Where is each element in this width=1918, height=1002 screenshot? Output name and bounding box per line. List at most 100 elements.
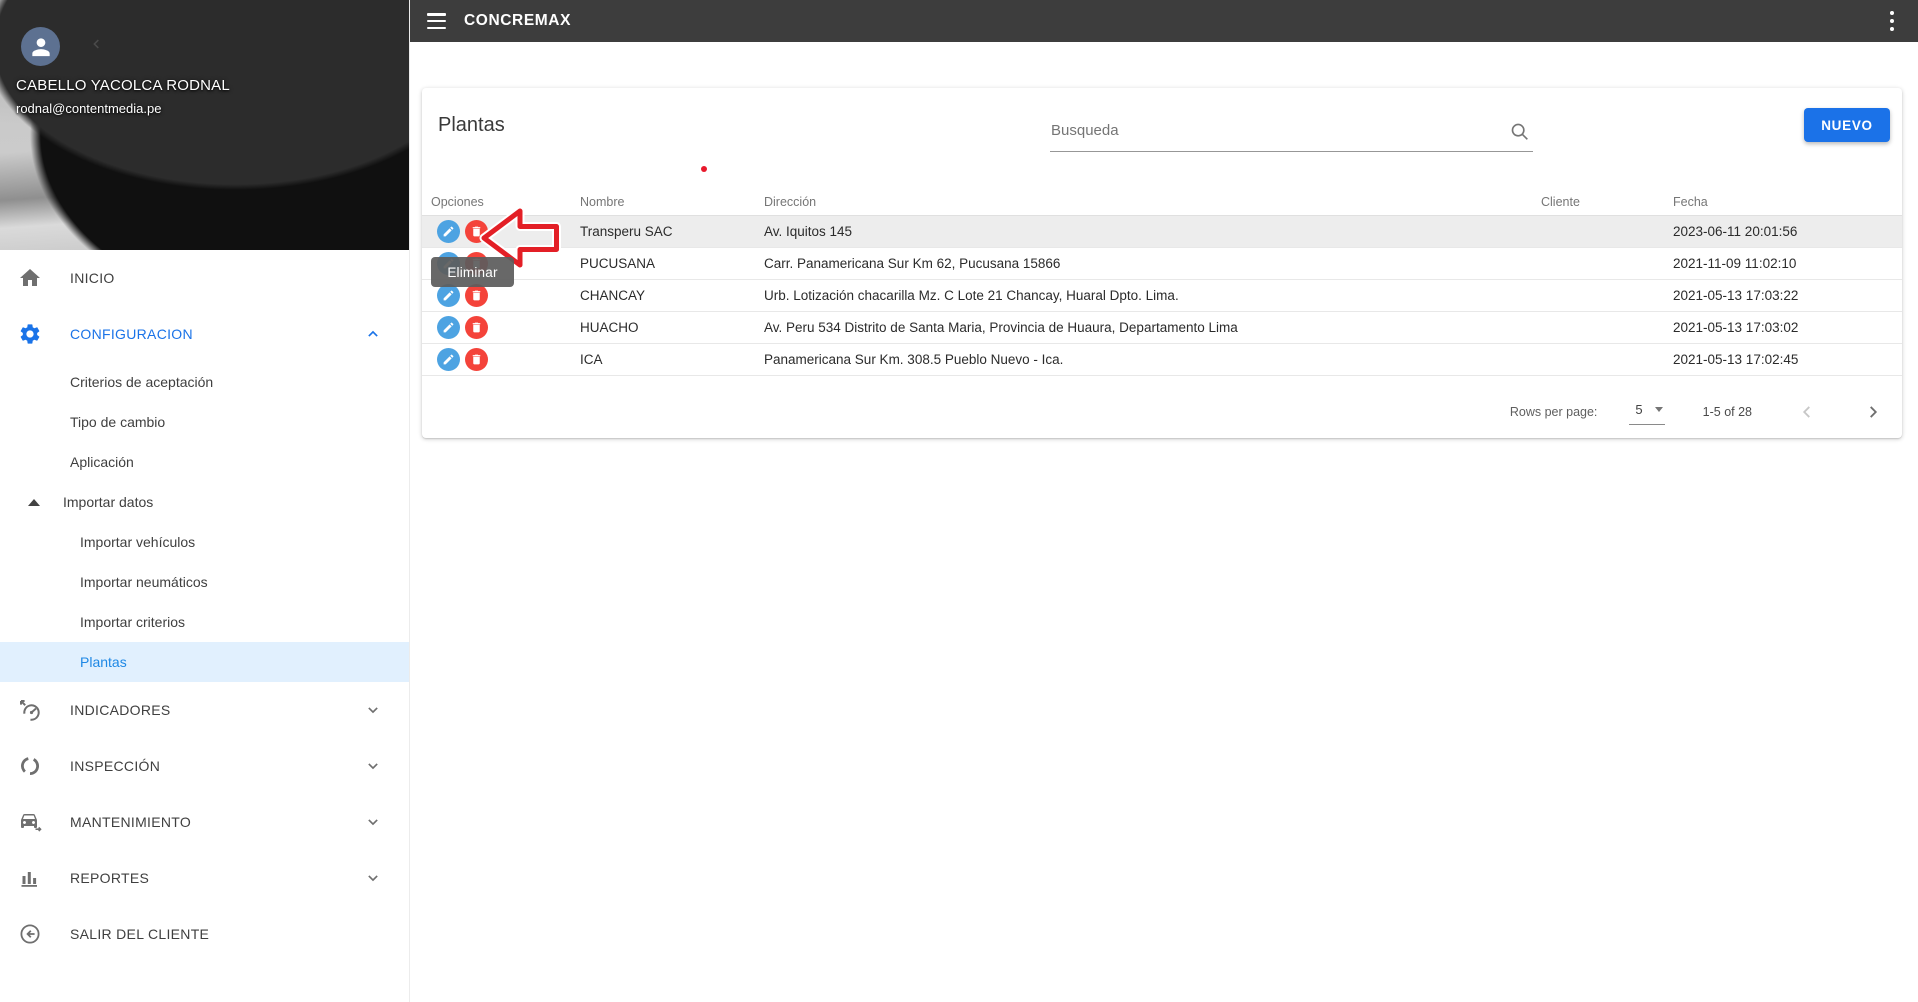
sidebar-item-label: MANTENIMIENTO (70, 814, 192, 830)
column-header-opciones: Opciones (431, 194, 484, 209)
delete-button[interactable] (465, 284, 488, 307)
main-content: Plantas NUEVO Opciones Nombre Dirección … (410, 42, 1918, 1002)
sidebar-item-label: INSPECCIÓN (70, 758, 161, 774)
cell-fecha: 2021-11-09 11:02:10 (1673, 256, 1797, 271)
pagination: Rows per page: 5 1-5 of 28 (422, 376, 1902, 438)
sidebar-item-salir-del-cliente[interactable]: SALIR DEL CLIENTE (0, 906, 409, 962)
sidebar-item-label: Tipo de cambio (70, 414, 166, 430)
sidebar-item-reportes[interactable]: REPORTES (0, 850, 409, 906)
sidebar-item-label: Aplicación (70, 454, 134, 470)
table-row: HUACHO Av. Peru 534 Distrito de Santa Ma… (422, 312, 1902, 344)
exit-icon (18, 922, 42, 946)
dropdown-arrow-icon (1654, 406, 1663, 412)
edit-button[interactable] (437, 348, 460, 371)
cell-nombre: Transperu SAC (580, 224, 673, 239)
cell-fecha: 2021-05-13 17:02:45 (1673, 352, 1799, 367)
hamburger-menu-icon[interactable] (427, 13, 447, 29)
gear-icon (18, 322, 42, 346)
sidebar-item-label: Importar datos (63, 494, 154, 510)
table-row: PUCUSANA Carr. Panamericana Sur Km 62, P… (422, 248, 1902, 280)
sidebar-item-tipo-cambio[interactable]: Tipo de cambio (0, 402, 409, 442)
cell-direccion: Carr. Panamericana Sur Km 62, Pucusana 1… (764, 256, 1061, 271)
chevron-down-icon (363, 812, 383, 832)
trash-icon (472, 290, 481, 301)
sidebar-item-importar-neumaticos[interactable]: Importar neumáticos (0, 562, 409, 602)
chevron-left-icon[interactable] (90, 37, 104, 56)
sidebar: CABELLO YACOLCA RODNAL rodnal@contentmed… (0, 0, 410, 1002)
cell-direccion: Av. Peru 534 Distrito de Santa Maria, Pr… (764, 320, 1238, 335)
column-header-cliente: Cliente (1541, 194, 1580, 209)
inspection-icon (18, 754, 42, 778)
search-input[interactable] (1050, 112, 1533, 151)
next-page-button[interactable] (1862, 401, 1884, 423)
sidebar-item-label: REPORTES (70, 870, 150, 886)
cell-fecha: 2023-06-11 20:01:56 (1673, 224, 1798, 239)
rows-per-page-select[interactable]: 5 (1629, 400, 1665, 425)
plantas-card: Plantas NUEVO Opciones Nombre Dirección … (422, 88, 1902, 438)
table-row: ICA Panamericana Sur Km. 308.5 Pueblo Nu… (422, 344, 1902, 376)
sidebar-item-label: INDICADORES (70, 702, 171, 718)
sidebar-item-mantenimiento[interactable]: MANTENIMIENTO (0, 794, 409, 850)
kebab-menu-icon[interactable] (1886, 9, 1899, 34)
home-icon (18, 266, 42, 290)
page-title: Plantas (438, 114, 505, 136)
avatar[interactable] (21, 27, 60, 66)
sidebar-item-plantas[interactable]: Plantas (0, 642, 409, 682)
sidebar-item-importar-datos[interactable]: Importar datos (0, 482, 409, 522)
sidebar-item-aplicacion[interactable]: Aplicación (0, 442, 409, 482)
sidebar-item-criterios-aceptacion[interactable]: Criterios de aceptación (0, 362, 409, 402)
chevron-down-icon (363, 868, 383, 888)
chevron-down-icon (363, 756, 383, 776)
bar-chart-icon (18, 866, 42, 890)
sidebar-item-importar-vehiculos[interactable]: Importar vehículos (0, 522, 409, 562)
delete-button[interactable] (465, 252, 488, 275)
search-field (1050, 112, 1533, 152)
person-icon (31, 37, 50, 56)
sidebar-item-importar-criterios[interactable]: Importar criterios (0, 602, 409, 642)
sidebar-item-label: Importar neumáticos (80, 574, 208, 590)
cell-direccion: Panamericana Sur Km. 308.5 Pueblo Nuevo … (764, 352, 1064, 367)
sidebar-menu: INICIO CONFIGURACION Criterios de acepta… (0, 250, 409, 962)
column-header-fecha: Fecha (1673, 194, 1708, 209)
column-header-direccion: Dirección (764, 194, 817, 209)
car-icon (18, 810, 42, 834)
sidebar-item-label: CONFIGURACION (70, 326, 193, 342)
sidebar-item-configuracion[interactable]: CONFIGURACION (0, 306, 409, 362)
edit-button[interactable] (437, 284, 460, 307)
sidebar-item-indicadores[interactable]: INDICADORES (0, 682, 409, 738)
table-row: Transperu SAC Av. Iquitos 145 2023-06-11… (422, 216, 1902, 248)
sidebar-item-label: Importar criterios (80, 614, 186, 630)
app-title: CONCREMAX (464, 12, 572, 29)
cell-nombre: ICA (580, 352, 603, 367)
edit-button[interactable] (437, 252, 460, 275)
delete-button[interactable] (465, 220, 488, 243)
sidebar-item-label: SALIR DEL CLIENTE (70, 926, 210, 942)
cell-direccion: Urb. Lotización chacarilla Mz. C Lote 21… (764, 288, 1179, 303)
column-header-nombre: Nombre (580, 194, 625, 209)
trash-icon (472, 226, 481, 237)
search-icon[interactable] (1509, 121, 1531, 148)
gauge-icon (18, 698, 42, 722)
nuevo-button[interactable]: NUEVO (1804, 108, 1890, 142)
sidebar-item-label: INICIO (70, 270, 115, 286)
pencil-icon (443, 322, 454, 333)
sidebar-item-label: Importar vehículos (80, 534, 196, 550)
profile-email: rodnal@contentmedia.pe (16, 101, 162, 116)
delete-button[interactable] (465, 348, 488, 371)
rows-per-page-label: Rows per page: (1509, 405, 1598, 419)
sidebar-item-label: Plantas (80, 654, 127, 670)
edit-button[interactable] (437, 316, 460, 339)
profile-header: CABELLO YACOLCA RODNAL rodnal@contentmed… (0, 0, 409, 250)
pagination-range: 1-5 of 28 (1702, 405, 1752, 419)
trash-icon (472, 354, 481, 365)
trash-icon (472, 258, 481, 269)
cell-nombre: PUCUSANA (580, 256, 656, 271)
triangle-up-icon (28, 498, 40, 506)
cell-fecha: 2021-05-13 17:03:02 (1673, 320, 1799, 335)
sidebar-item-inicio[interactable]: INICIO (0, 250, 409, 306)
sidebar-item-inspeccion[interactable]: INSPECCIÓN (0, 738, 409, 794)
previous-page-button[interactable] (1796, 401, 1818, 423)
pencil-icon (443, 226, 454, 237)
edit-button[interactable] (437, 220, 460, 243)
delete-button[interactable] (465, 316, 488, 339)
